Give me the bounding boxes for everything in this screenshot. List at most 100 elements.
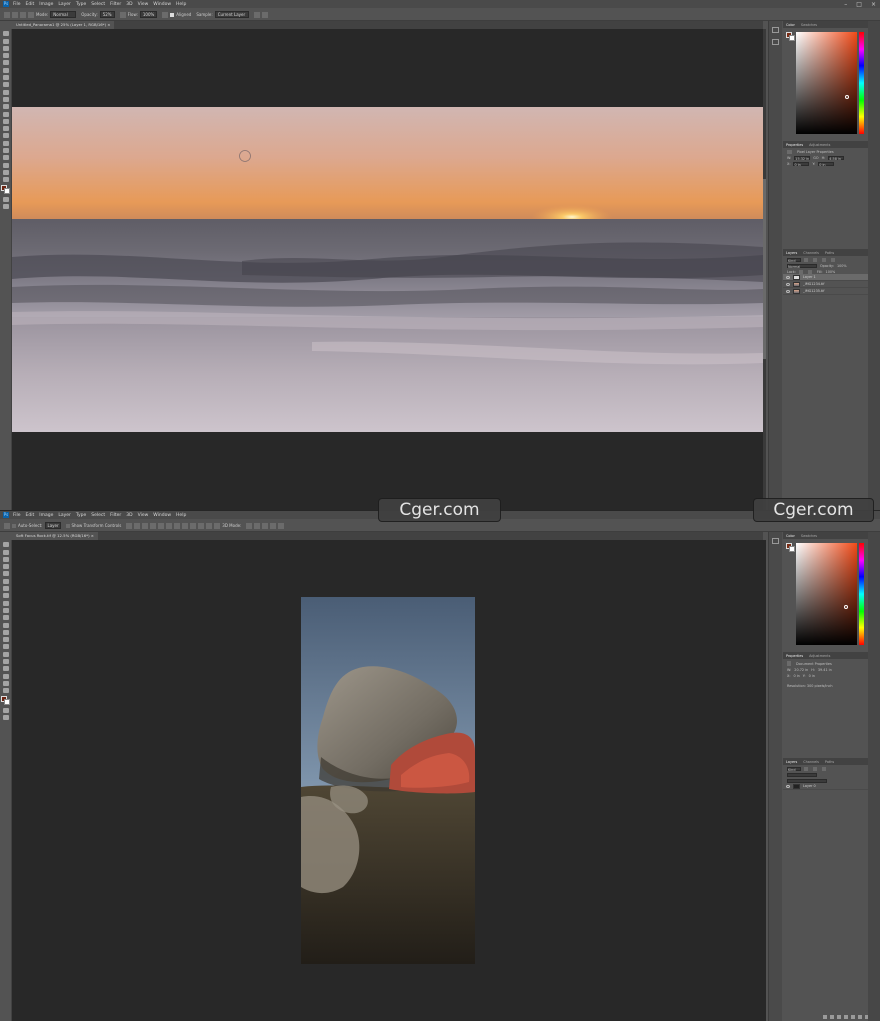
filter-pixel-icon[interactable] (804, 258, 808, 262)
blur-tool-icon[interactable] (2, 118, 9, 124)
eraser-tool-icon[interactable] (2, 615, 9, 621)
quick-mask-icon[interactable] (2, 196, 9, 202)
x-input[interactable]: 0 in (793, 162, 810, 167)
mode-select[interactable]: Normal (50, 11, 77, 18)
blur-tool-icon[interactable] (2, 629, 9, 635)
filter-adjust-icon[interactable] (813, 767, 817, 771)
w-input[interactable]: 15.32 in (794, 156, 811, 161)
tab-paths[interactable]: Paths (825, 760, 834, 764)
vertical-scrollbar[interactable] (763, 29, 766, 510)
canvas-area[interactable] (12, 540, 766, 1021)
menu-file[interactable]: File (13, 513, 21, 518)
opacity-input[interactable]: 52% (99, 11, 115, 18)
rectangle-tool-icon[interactable] (2, 155, 9, 161)
align-middle-icon[interactable] (134, 522, 141, 529)
ignore-adjustment-layers-icon[interactable] (253, 11, 260, 18)
align-top-icon[interactable] (126, 522, 133, 529)
y-value[interactable]: 0 in (809, 674, 815, 678)
clone-stamp-tool-icon[interactable] (4, 11, 10, 18)
tab-color[interactable]: Color (786, 534, 795, 538)
color-cursor[interactable] (845, 95, 849, 99)
menu-filter[interactable]: Filter (110, 2, 121, 7)
healing-brush-tool-icon[interactable] (2, 586, 9, 592)
rectangle-tool-icon[interactable] (2, 666, 9, 672)
menu-type[interactable]: Type (76, 513, 86, 518)
orbit-3d-icon[interactable] (246, 522, 253, 529)
zoom-tool-icon[interactable] (2, 680, 9, 686)
healing-brush-tool-icon[interactable] (2, 75, 9, 81)
layer-name[interactable]: _IMG1235.tif (803, 289, 824, 293)
roll-3d-icon[interactable] (254, 522, 261, 529)
document-tab[interactable]: Soft Focus Rock.tif @ 12.5% (RGB/16*) × (12, 532, 98, 540)
blend-mode-select[interactable] (787, 773, 817, 777)
marquee-tool-icon[interactable] (2, 38, 9, 44)
clone-stamp-tool-icon[interactable] (2, 89, 9, 95)
foreground-background-swatch[interactable] (1, 185, 10, 195)
sample-select[interactable]: Current Layer (214, 11, 249, 18)
menu-edit[interactable]: Edit (26, 2, 35, 7)
adjustment-layer-icon[interactable] (844, 1015, 848, 1019)
move-tool-icon[interactable] (2, 31, 9, 37)
brush-tool-icon[interactable] (2, 593, 9, 599)
scale-3d-icon[interactable] (278, 522, 285, 529)
color-swatch-pair[interactable] (786, 543, 795, 552)
history-panel-icon[interactable] (772, 538, 779, 544)
foreground-background-swatch[interactable] (1, 696, 10, 706)
background-color-icon[interactable] (4, 699, 10, 706)
history-brush-tool-icon[interactable] (2, 607, 9, 613)
tab-layers[interactable]: Layers (786, 251, 797, 255)
maximize-button[interactable]: □ (856, 1, 862, 8)
align-right-icon[interactable] (166, 522, 173, 529)
layer-row[interactable]: Layer 0 (783, 783, 868, 790)
layer-name[interactable]: Layer 1 (803, 275, 816, 279)
color-cursor[interactable] (844, 605, 848, 609)
menu-image[interactable]: Image (39, 513, 53, 518)
menu-window[interactable]: Window (153, 513, 171, 518)
background-color-icon[interactable] (789, 35, 795, 41)
filter-type-icon[interactable] (822, 767, 826, 771)
distribute-icon[interactable] (214, 522, 221, 529)
tab-properties[interactable]: Properties (786, 654, 803, 658)
pressure-size-icon[interactable] (261, 11, 268, 18)
crop-tool-icon[interactable] (2, 571, 9, 577)
new-layer-icon[interactable] (858, 1015, 862, 1019)
hue-slider[interactable] (859, 32, 864, 134)
brush-tool-icon[interactable] (2, 82, 9, 88)
layer-row[interactable]: Layer 1 (783, 274, 868, 281)
auto-select-checkbox[interactable] (12, 523, 16, 528)
pen-tool-icon[interactable] (2, 133, 9, 139)
gradient-tool-icon[interactable] (2, 111, 9, 117)
lasso-tool-icon[interactable] (2, 45, 9, 51)
screen-mode-icon[interactable] (2, 714, 9, 720)
crop-tool-icon[interactable] (2, 60, 9, 66)
x-value[interactable]: 0 in (793, 674, 799, 678)
eyedropper-tool-icon[interactable] (2, 67, 9, 73)
saturation-field[interactable] (796, 32, 857, 134)
tab-adjustments[interactable]: Adjustments (809, 654, 830, 658)
visibility-eye-icon[interactable] (786, 784, 790, 788)
background-color-icon[interactable] (789, 546, 795, 552)
gradient-tool-icon[interactable] (2, 622, 9, 628)
menu-layer[interactable]: Layer (58, 513, 71, 518)
h-input[interactable]: 4.58 in (828, 156, 845, 161)
align-center-icon[interactable] (158, 522, 165, 529)
more-tools-icon[interactable] (2, 688, 9, 694)
layer-name[interactable]: Layer 0 (803, 784, 816, 788)
move-tool-icon[interactable] (2, 542, 9, 548)
menu-image[interactable]: Image (39, 2, 53, 7)
tab-channels[interactable]: Channels (803, 251, 819, 255)
screen-mode-icon[interactable] (2, 203, 9, 209)
hand-tool-icon[interactable] (2, 673, 9, 679)
distribute-icon[interactable] (190, 522, 197, 529)
aligned-checkbox[interactable] (170, 12, 175, 17)
document-tab[interactable]: Untitled_Panorama1 @ 25% (Layer 1, RGB/1… (12, 21, 115, 29)
tab-properties[interactable]: Properties (786, 143, 803, 147)
menu-select[interactable]: Select (91, 2, 105, 7)
transform-checkbox[interactable] (65, 523, 70, 528)
align-left-icon[interactable] (150, 522, 157, 529)
brush-settings-icon[interactable] (772, 39, 779, 45)
color-swatch-pair[interactable] (786, 32, 795, 41)
layer-row[interactable]: _IMG1235.tif (783, 288, 868, 295)
kind-select[interactable]: Kind (787, 767, 801, 772)
menu-view[interactable]: View (138, 513, 149, 518)
